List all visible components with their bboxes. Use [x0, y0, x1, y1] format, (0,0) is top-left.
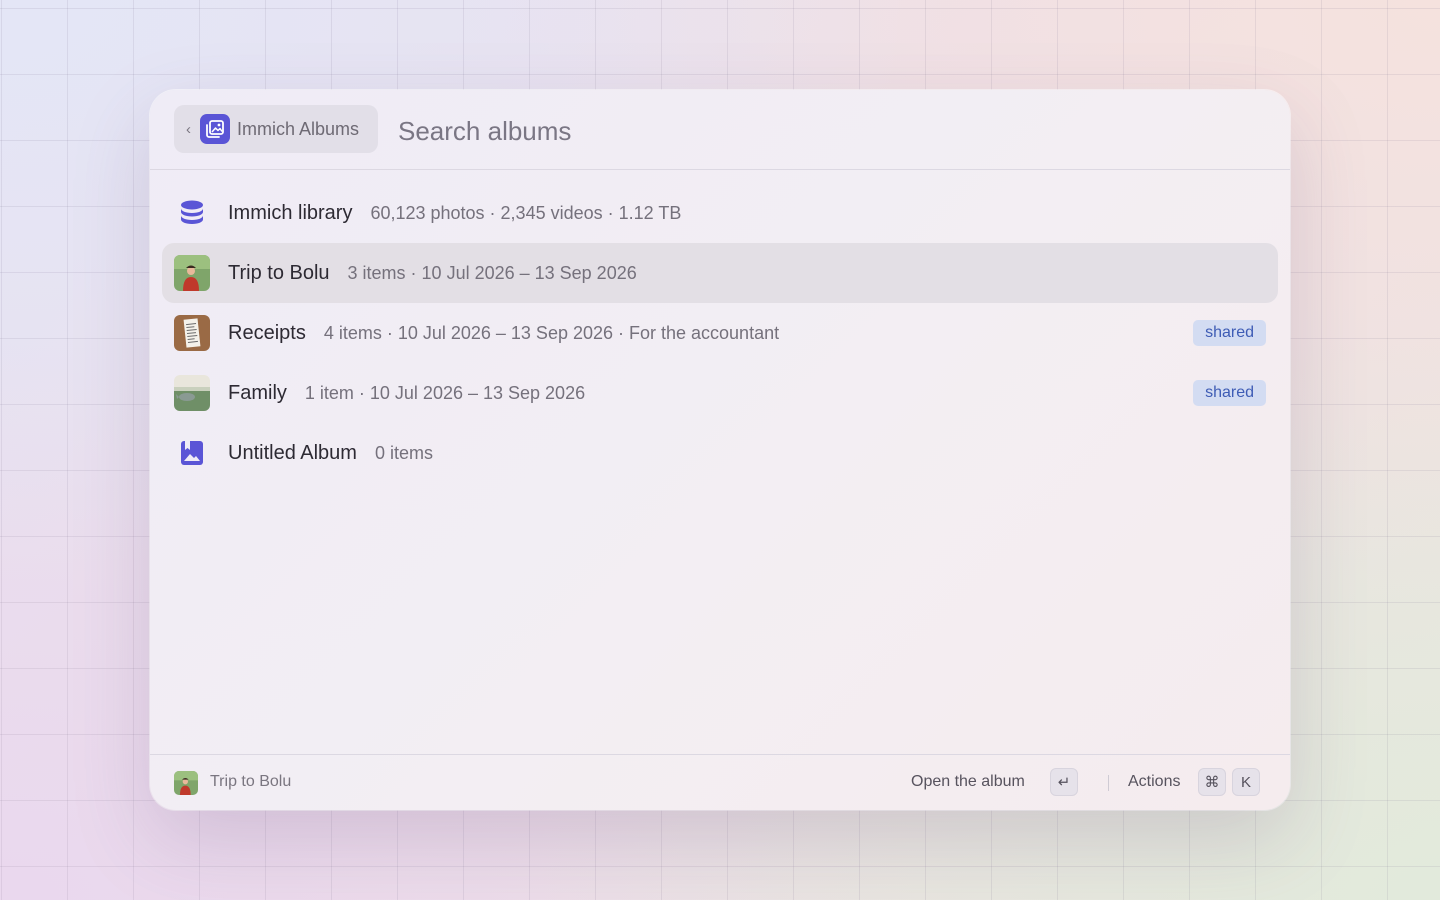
chevron-left-icon: ‹ [186, 120, 191, 138]
return-key-icon: ↵ [1050, 768, 1078, 796]
list-item-title: Trip to Bolu [228, 261, 330, 284]
list-item-untitled-album[interactable]: Untitled Album 0 items [162, 423, 1278, 483]
family-thumbnail [174, 375, 210, 411]
actions-button[interactable]: Actions [1128, 773, 1180, 791]
launcher-window: ‹ Immich Albums Search albums Immich lib… [150, 90, 1290, 810]
list-item-subtitle: 3 items · 10 Jul 2026 – 13 Sep 2026 [347, 262, 637, 283]
shared-badge: shared [1193, 320, 1266, 346]
list-item-subtitle: 1 item · 10 Jul 2026 – 13 Sep 2026 [304, 382, 586, 403]
list-item-trip-to-bolu[interactable]: Trip to Bolu 3 items · 10 Jul 2026 – 13 … [162, 243, 1278, 303]
list-item-family[interactable]: Family 1 item · 10 Jul 2026 – 13 Sep 202… [162, 363, 1278, 423]
extension-name: Immich Albums [237, 118, 360, 139]
list-item-title: Family [228, 381, 287, 404]
search-input[interactable] [396, 112, 1100, 150]
photo-album-icon [200, 114, 230, 144]
search-bar: ‹ Immich Albums [150, 90, 1290, 170]
divider [1108, 775, 1109, 791]
action-bar: Trip to Bolu Open the album ↵ Actions ⌘ … [150, 754, 1290, 810]
list-item-title: Immich library [228, 201, 353, 224]
list-item-subtitle: 60,123 photos · 2,345 videos · 1.12 TB [370, 202, 682, 223]
database-icon [174, 195, 210, 231]
shared-badge: shared [1193, 380, 1266, 406]
list-item-title: Untitled Album [228, 441, 357, 464]
list-item-subtitle: 0 items [374, 442, 433, 463]
command-key-icon: ⌘ [1198, 768, 1226, 796]
list-item-receipts[interactable]: Receipts 4 items · 10 Jul 2026 – 13 Sep … [162, 303, 1278, 363]
open-album-button[interactable]: Open the album [911, 773, 1025, 791]
list-item-title: Receipts [228, 321, 306, 344]
list-item-subtitle: 4 items · 10 Jul 2026 – 13 Sep 2026 · Fo… [323, 322, 780, 343]
back-button[interactable]: ‹ Immich Albums [174, 105, 378, 153]
selected-item-thumbnail [174, 771, 198, 795]
trip-thumbnail [174, 255, 210, 291]
album-bookmark-icon [174, 435, 210, 471]
album-list: Immich library 60,123 photos · 2,345 vid… [162, 183, 1278, 483]
receipt-thumbnail [174, 315, 210, 351]
list-item-immich-library[interactable]: Immich library 60,123 photos · 2,345 vid… [162, 183, 1278, 243]
selected-item-label: Trip to Bolu [210, 773, 292, 790]
k-key: K [1232, 768, 1260, 796]
